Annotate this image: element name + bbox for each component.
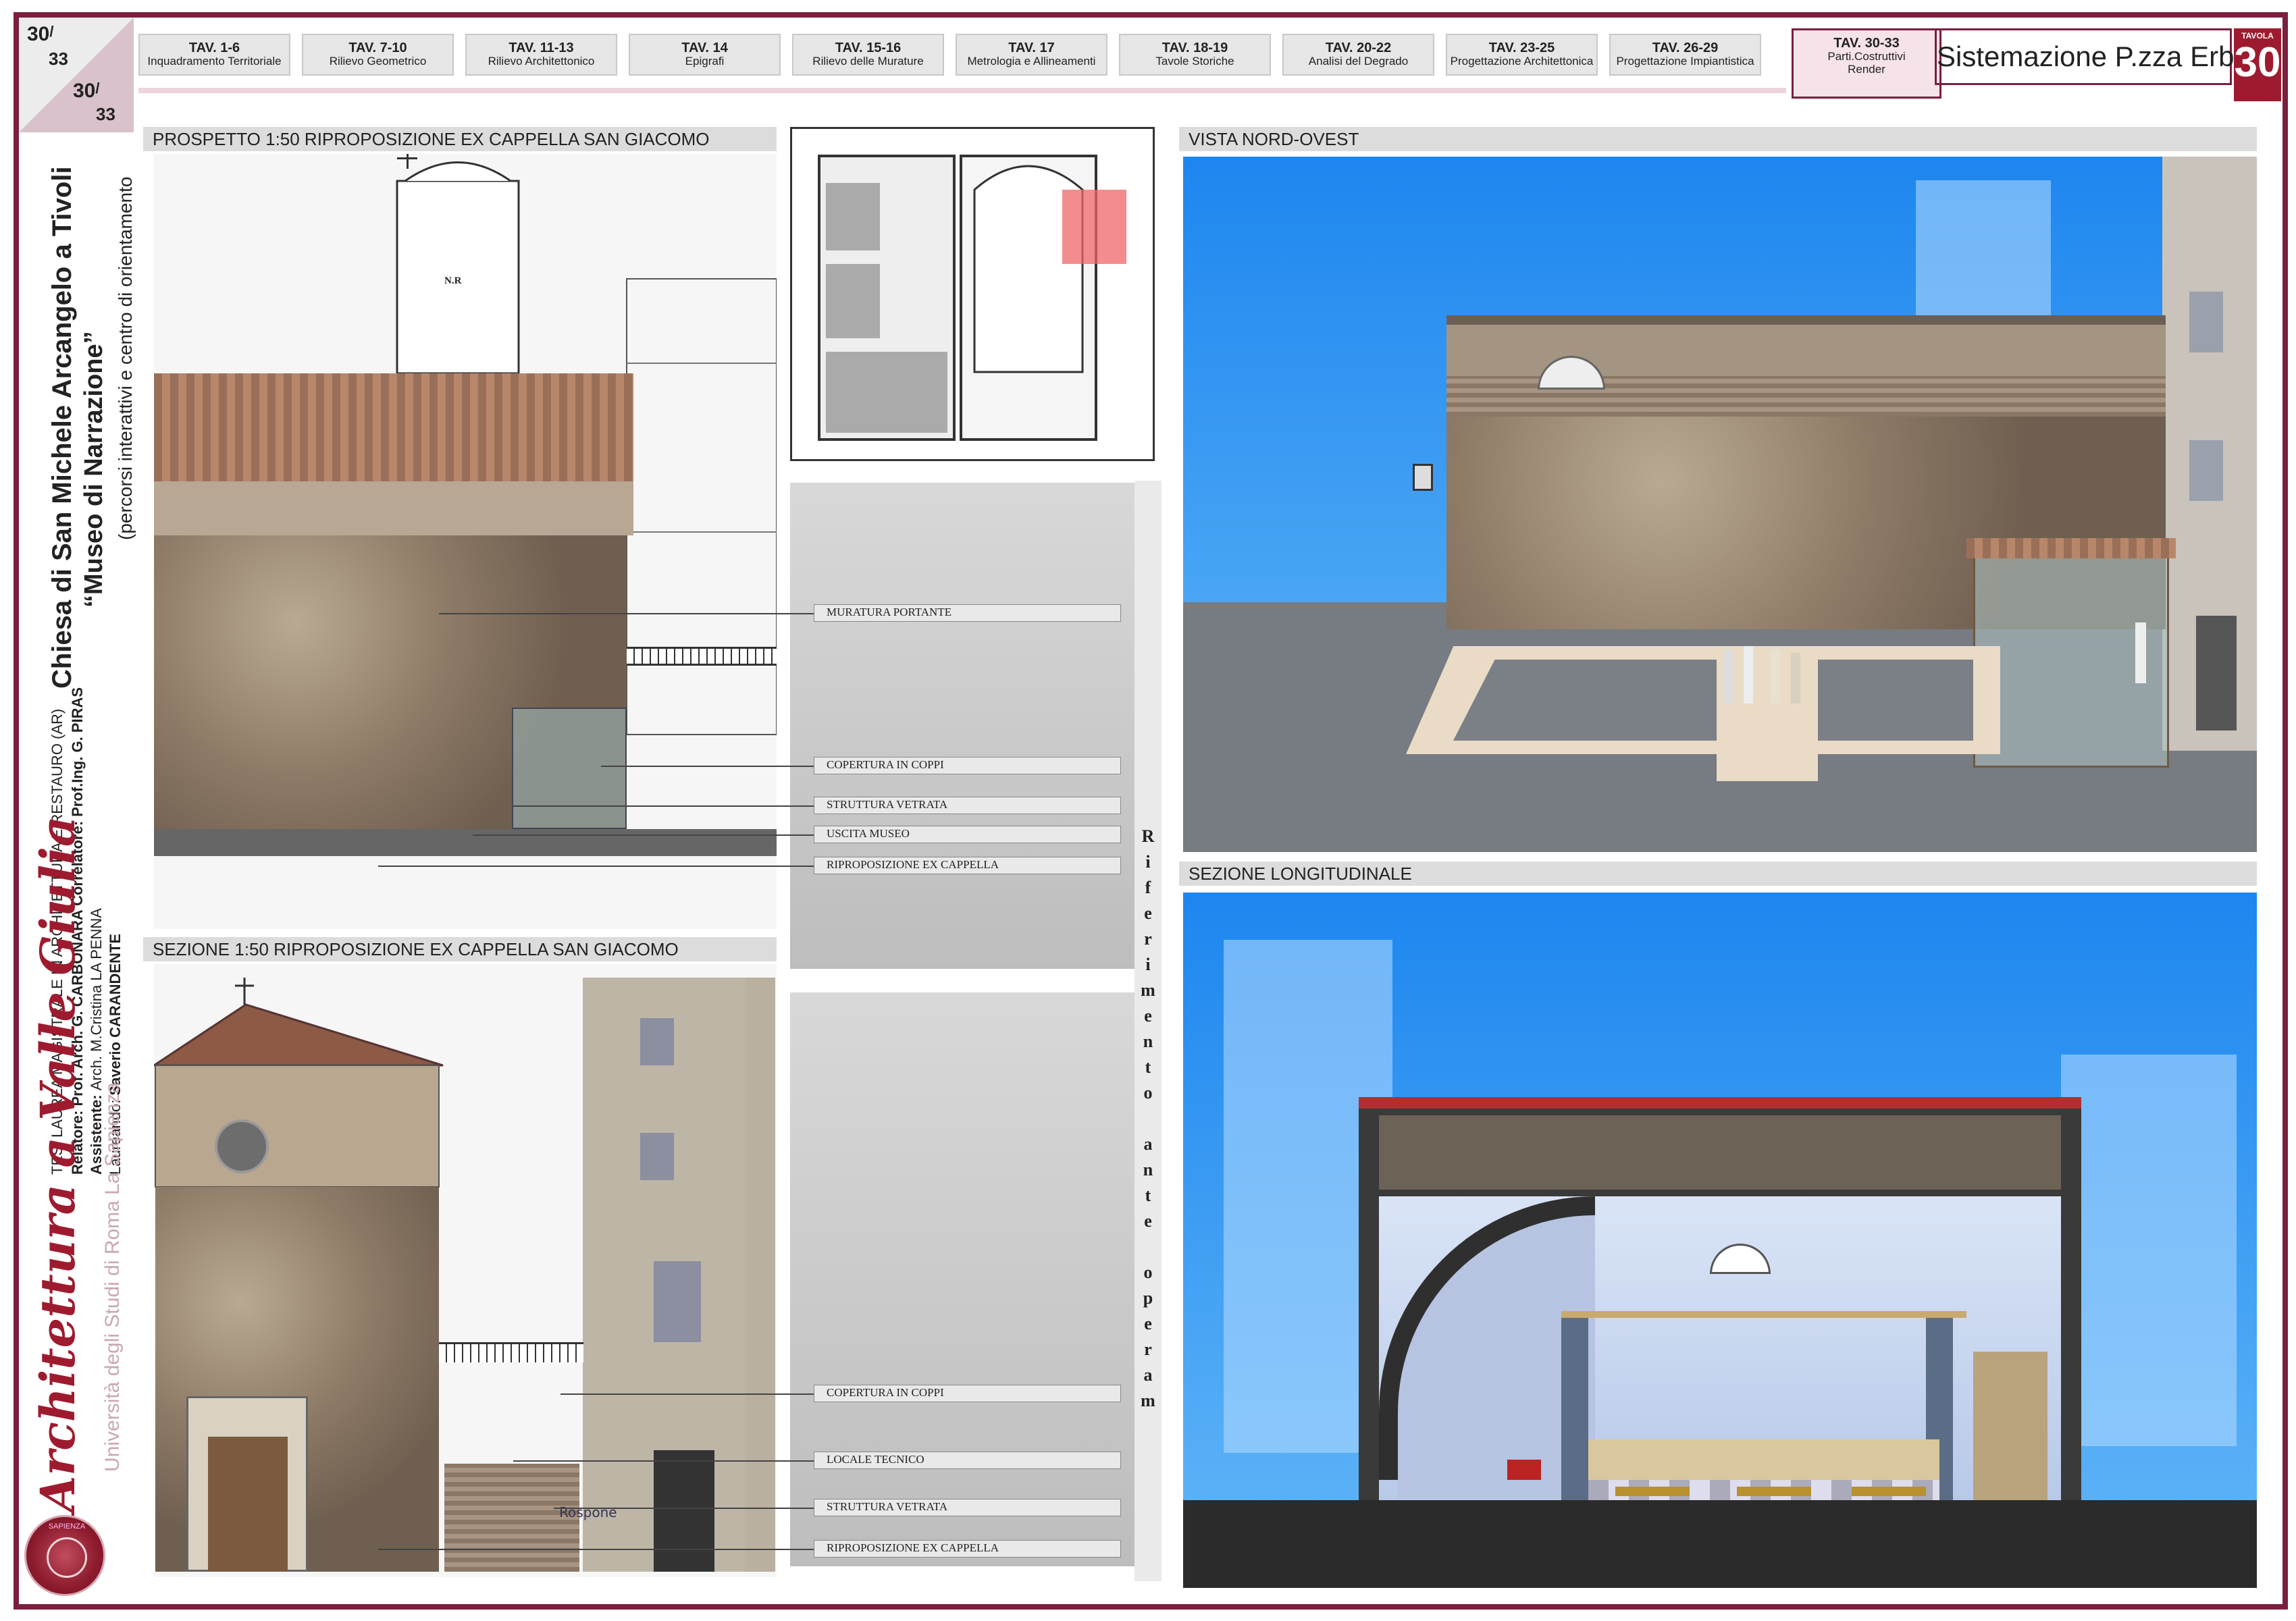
section-sezione: SEZIONE 1:50 RIPROPOSIZIONE EX CAPPELLA … [143, 937, 777, 961]
tab-17[interactable]: TAV. 17 Metrologia e Allineamenti [956, 34, 1107, 76]
section-prospetto: PROSPETTO 1:50 RIPROPOSIZIONE EX CAPPELL… [143, 127, 777, 151]
balustrade [627, 647, 777, 666]
faculty-logo: Architettura a Valle Giulia [30, 816, 86, 1512]
chapel-door [208, 1437, 288, 1572]
chapel-gable [154, 1003, 444, 1067]
tavola-badge: TAVOLA 30 [2234, 28, 2281, 101]
display-benches [1588, 1439, 1939, 1480]
tab-18-19[interactable]: TAV. 18-19 Tavole Storiche [1119, 34, 1271, 76]
cornice [1561, 1311, 1966, 1318]
tab-1-6[interactable]: TAV. 1-6 Inquadramento Territoriale [138, 34, 290, 76]
section-longitudinale: SEZIONE LONGITUDINALE [1179, 861, 2257, 886]
page-counter-bottom: 30/ [73, 80, 100, 102]
label-copertura-coppi: COPERTURA IN COPPI [814, 757, 1121, 774]
section-vista: VISTA NORD-OVEST [1179, 127, 2257, 151]
showcase-table [1615, 1487, 1690, 1496]
prospetto-drawing: N.R [154, 154, 777, 929]
volume-ghost-right [2061, 1055, 2237, 1446]
sapienza-seal-icon: SAPIENZA [24, 1515, 105, 1596]
label-uscita-museo: USCITA MUSEO [814, 826, 1121, 843]
tab-underline [138, 88, 1786, 93]
graffiti: Rospone [559, 1504, 617, 1520]
render-sezione-longitudinale [1183, 893, 2257, 1588]
red-bench [1507, 1460, 1541, 1480]
highlight-area [1062, 190, 1126, 264]
side-subtitle: (percorsi interattivi e centro di orient… [115, 176, 136, 540]
page-counter: 30/ 33 30/ 33 [19, 18, 134, 132]
vertical-ref-text: Riferimentoanteoperam [1141, 826, 1155, 1410]
label-riproposizione: RIPROPOSIZIONE EX CAPPELLA [814, 857, 1121, 874]
glass-structure [512, 708, 627, 829]
tab-15-16[interactable]: TAV. 15-16 Rilievo delle Murature [792, 34, 944, 76]
building-door [654, 1450, 714, 1572]
label-locale-tecnico: LOCALE TECNICO [814, 1452, 1121, 1469]
side-title: Chiesa di San Michele Arcangelo a Tivoli [47, 166, 77, 689]
visitor-figure [1723, 649, 1733, 703]
oculus [215, 1119, 269, 1173]
tab-30-33[interactable]: TAV. 30-33 Parti.Costruttivi Render [1792, 28, 1941, 99]
tab-11-13[interactable]: TAV. 11-13 Rilievo Architettonico [465, 34, 617, 76]
render-vista-nord-ovest [1183, 157, 2257, 852]
tab-7-10[interactable]: TAV. 7-10 Rilievo Geometrico [302, 34, 454, 76]
plaster-band [154, 481, 633, 535]
page-counter-top: 30/ [27, 23, 54, 45]
label-riproposizione-2: RIPROPOSIZIONE EX CAPPELLA [814, 1540, 1121, 1558]
university-name: Università degli Studi di Roma La Sapien… [101, 1082, 124, 1472]
floor-plan-svg [818, 155, 1126, 441]
tab-14[interactable]: TAV. 14 Epigrafi [629, 34, 781, 76]
ground-line [154, 829, 777, 856]
railing [439, 1342, 583, 1362]
tab-strip: TAV. 1-6 Inquadramento Territoriale TAV. … [138, 28, 1941, 99]
reference-photo-bottom [790, 992, 1134, 1566]
reference-photo-top [790, 483, 1134, 969]
window-shutter [640, 1018, 674, 1065]
label-muratura-portante: MURATURA PORTANTE [814, 604, 1121, 622]
tower-label: N.R [444, 275, 462, 286]
label-struttura-vetrata: STRUTTURA VETRATA [814, 797, 1121, 814]
chapel-cross-icon [235, 978, 254, 1005]
roof [154, 373, 633, 481]
staircase [1973, 1352, 2047, 1500]
side-title-2: “Museo di Narrazione” [80, 331, 108, 608]
section-ground [1183, 1500, 2257, 1588]
pilaster [1561, 1318, 1588, 1500]
page-title: Sistemazione P.zza Erbe [1935, 28, 2250, 85]
tab-26-29[interactable]: TAV. 26-29 Progettazione Impiantistica [1609, 34, 1761, 76]
tab-20-22[interactable]: TAV. 20-22 Analisi del Degrado [1282, 34, 1434, 76]
label-struttura-vetrata-2: STRUTTURA VETRATA [814, 1499, 1121, 1516]
tab-23-25[interactable]: TAV. 23-25 Progettazione Architettonica [1446, 34, 1598, 76]
floor-plan [790, 127, 1155, 461]
label-copertura-coppi-2: COPERTURA IN COPPI [814, 1385, 1121, 1402]
sezione-drawing: Rospone [154, 964, 777, 1577]
wall-lamp-icon [1413, 464, 1433, 491]
